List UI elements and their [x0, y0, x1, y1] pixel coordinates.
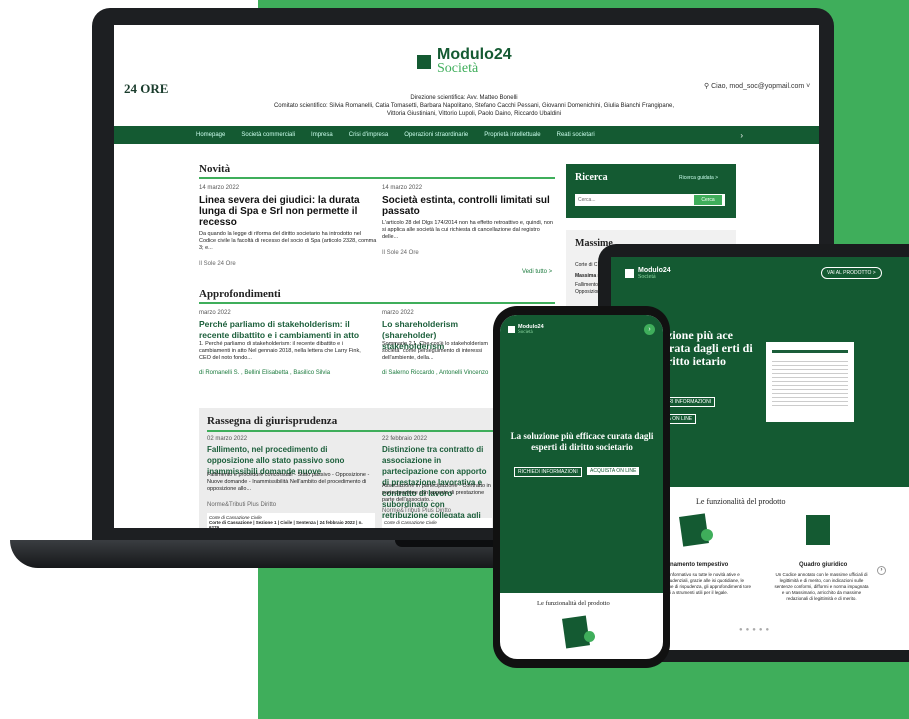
article-abstract: L'articolo 28 del Dlgs 174/2014 non ha e…	[382, 220, 553, 240]
nav-next-arrow-icon[interactable]: ›	[740, 131, 743, 140]
article-authors[interactable]: di Salerno Riccardo , Antonelli Vincenzo	[382, 370, 488, 376]
preview-lines	[772, 361, 848, 406]
ricerca-box: Ricerca Ricerca guidata > Cerca... Cerca	[566, 164, 736, 218]
clipboard-icon	[806, 515, 830, 545]
article-abstract: Da quando la legge di riforma del diritt…	[199, 231, 377, 251]
user-menu[interactable]: ⚲ Ciao, mod_soc@yopmail.com ˅	[704, 82, 810, 90]
brand-subtitle: Società	[518, 330, 533, 335]
tablet-features-title: Le funzionalità del prodotto	[696, 497, 786, 506]
modulo24-logo-icon	[625, 269, 634, 278]
article-title[interactable]: Società estinta, controlli limitati sul …	[382, 195, 557, 217]
article-authors[interactable]: di Romanelli S. , Bellini Elisabetta , B…	[199, 370, 330, 376]
vedi-tutto-link[interactable]: Vedi tutto >	[522, 269, 552, 275]
phone-brand[interactable]: Modulo24 Società	[508, 324, 544, 335]
nav-homepage[interactable]: Homepage	[196, 132, 225, 138]
nav-societa-commerciali[interactable]: Società commerciali	[241, 132, 295, 138]
richiedi-informazioni-button[interactable]: RICHIEDI INFORMAZIONI	[514, 467, 582, 477]
massima-text: Fallimento	[575, 282, 599, 288]
tablet-hero-title: luzione più ace curata dagli erti di dir…	[657, 328, 753, 368]
section-title-approfondimenti: Approfondimenti	[199, 288, 281, 300]
article-date: marzo 2022	[382, 310, 414, 316]
article-title[interactable]: Perché parliamo di stakeholderism: il re…	[199, 319, 374, 341]
case-detail: Corte di Cassazione | Sezione 1 | Civile…	[209, 520, 363, 528]
article-date: 22 febbraio 2022	[382, 436, 428, 442]
vai-al-prodotto-button[interactable]: VAI AL PRODOTTO >	[821, 267, 882, 279]
brand-subtitle: Società	[638, 274, 656, 280]
preview-bar	[772, 350, 848, 353]
divider	[199, 177, 555, 179]
direzione-scientifica: Direzione scientifica: Avv. Matteo Bonel…	[410, 95, 518, 101]
nav-crisi-impresa[interactable]: Crisi d'impresa	[349, 132, 389, 138]
brand-name: Modulo24	[437, 46, 512, 63]
nav-impresa[interactable]: Impresa	[311, 132, 333, 138]
section-title-rassegna: Rassegna di giurisprudenza	[207, 415, 338, 427]
phone-screen: Modulo24 Società › La soluzione più effic…	[500, 315, 663, 659]
main-nav: Homepage Società commerciali Impresa Cri…	[114, 126, 819, 144]
carousel-dots[interactable]: ●●●●●	[739, 627, 772, 633]
article-date: 14 marzo 2022	[199, 185, 240, 191]
case-ref: Corte di Cassazione Civile	[382, 518, 492, 528]
tablet-brand[interactable]: Modulo24 Società	[625, 267, 671, 280]
article-source: Il Sole 24 Ore	[382, 250, 419, 256]
article-source: Norme&Tributi Plus Diritto	[382, 508, 452, 514]
modulo24-logo-icon	[508, 326, 515, 333]
article-source: Norme&Tributi Plus Diritto	[207, 502, 277, 508]
modulo24-logo-icon	[417, 54, 431, 69]
article-date: 14 marzo 2022	[382, 185, 423, 191]
nav-reati-societari[interactable]: Reati societari	[557, 132, 595, 138]
feature-desc: Un Codice annotato con le massime uffici…	[774, 572, 869, 601]
ricerca-title: Ricerca	[575, 172, 608, 183]
massima-text: Opposizion	[575, 289, 601, 295]
article-abstract: 1. Perché parliamo di stakeholderism: il…	[199, 341, 361, 361]
phone-hero-title: La soluzione più efficace curata dagli e…	[510, 431, 654, 452]
section-title-novita: Novità	[199, 163, 231, 175]
acquista-online-button[interactable]: ACQUISTA ON LINE	[587, 467, 640, 475]
modulo24-brand[interactable]: Modulo24 Società	[417, 47, 512, 76]
feature-desc: ervizio informativo su tutte le novità a…	[655, 572, 752, 595]
massima-number[interactable]: Massima n	[575, 273, 601, 279]
refresh-icon	[584, 631, 595, 642]
sole24ore-logo[interactable]: 24 ORE	[124, 81, 168, 97]
massima-court: Corte di C	[575, 262, 598, 268]
comitato-scientifico: Comitato scientifico: Silvia Romanelli, …	[273, 103, 675, 117]
case-court: Corte di Cassazione Civile	[384, 520, 437, 525]
phone-features-title: Le funzionalità del prodotto	[537, 600, 610, 607]
article-abstract: Associazione in partecipazione - Contrat…	[382, 483, 491, 503]
feature-title: Quadro giuridico	[799, 562, 848, 568]
nav-proprieta-intellettuale[interactable]: Proprietà intellettuale	[484, 132, 540, 138]
ricerca-guidata-link[interactable]: Ricerca guidata >	[679, 175, 718, 181]
phone-hero: Modulo24 Società › La soluzione più effic…	[500, 315, 663, 593]
article-source: Il Sole 24 Ore	[199, 261, 236, 267]
refresh-icon	[701, 529, 713, 541]
case-ref: Corte di Cassazione Civile Corte di Cassa…	[207, 513, 375, 528]
brand-name: Modulo24	[638, 267, 671, 274]
document-preview-image	[766, 342, 854, 422]
search-button[interactable]: Cerca	[694, 195, 722, 205]
divider	[199, 302, 555, 304]
article-abstract: Sommario 2.1. Che cos'è lo stakeholderis…	[382, 341, 488, 361]
article-abstract: Fallimento e procedure concorsuali - Sta…	[207, 472, 370, 492]
article-title[interactable]: Linea severa dei giudici: la durata lung…	[199, 195, 379, 228]
article-date: 02 marzo 2022	[207, 436, 248, 442]
carousel-next-icon[interactable]: ›	[877, 566, 886, 575]
brand-subtitle: Società	[437, 61, 479, 76]
nav-operazioni-straordinarie[interactable]: Operazioni straordinarie	[404, 132, 468, 138]
article-date: marzo 2022	[199, 310, 231, 316]
phone-menu-arrow-icon[interactable]: ›	[644, 324, 655, 335]
